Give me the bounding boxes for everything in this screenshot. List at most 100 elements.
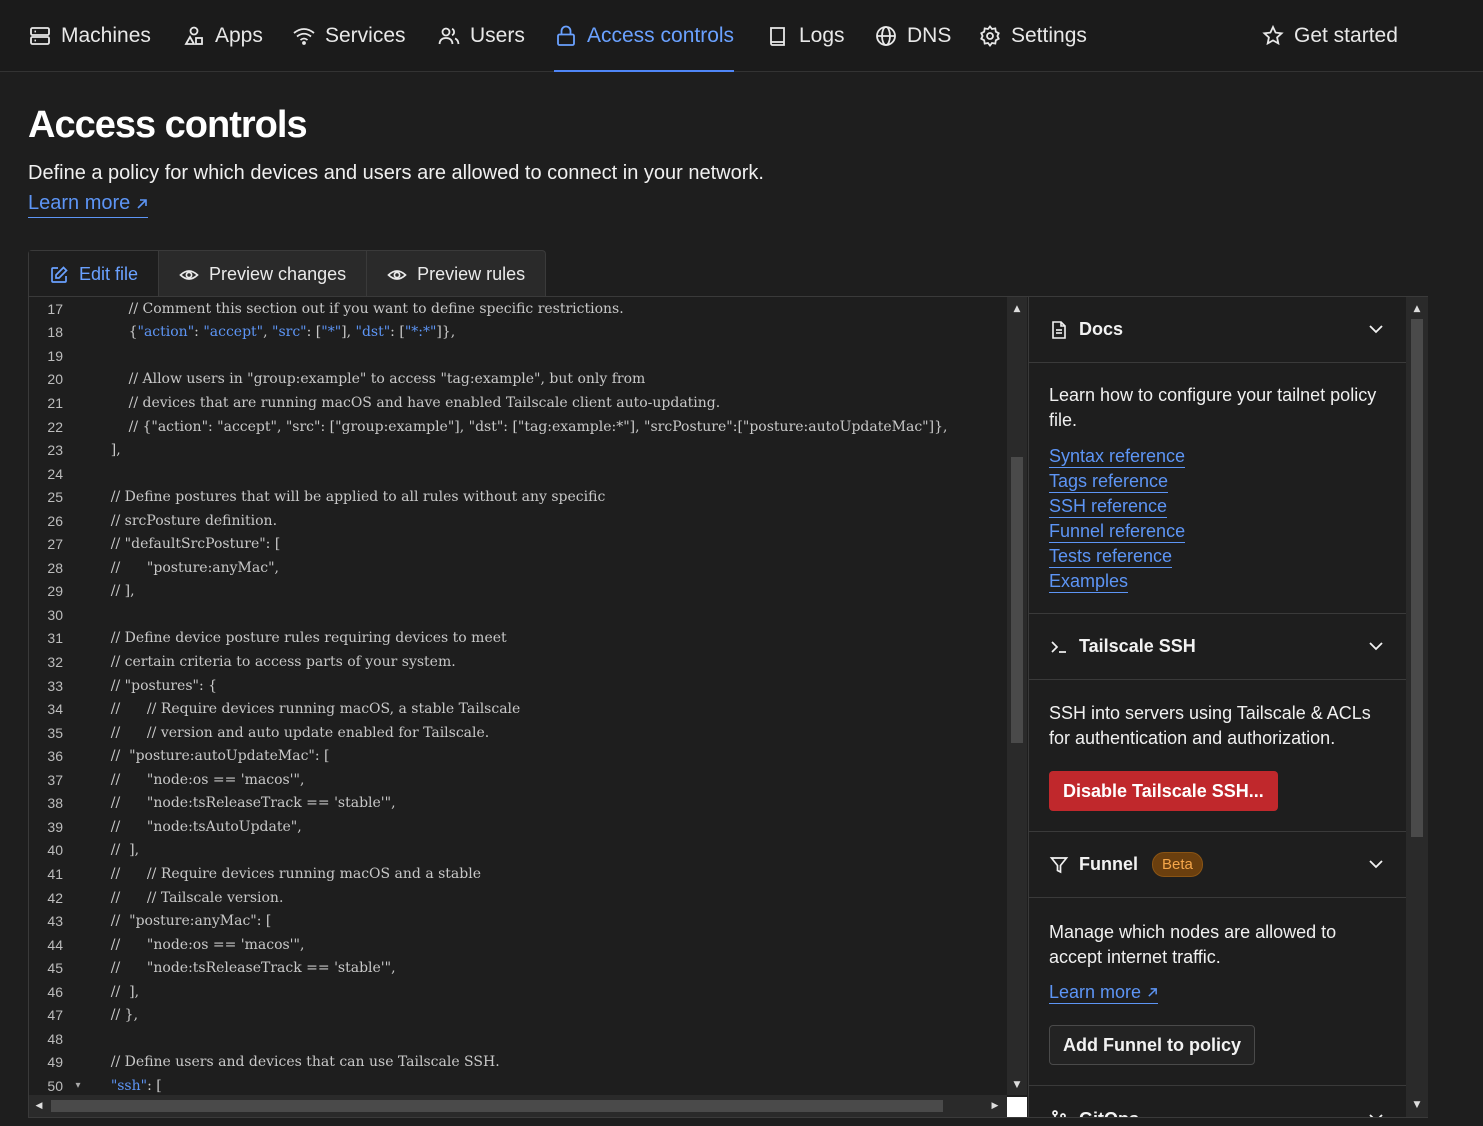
wifi-icon [293,28,315,45]
line-number: 42 [47,889,63,906]
code-line[interactable]: 32 // certain criteria to access parts o… [29,650,1007,674]
scroll-thumb[interactable] [1011,457,1023,743]
tags-reference-link[interactable]: Tags reference [1049,470,1169,493]
code-line[interactable]: 22 // {"action": "accept", "src": ["grou… [29,415,1007,439]
learn-more-link[interactable]: Learn more [28,192,149,218]
code-line[interactable]: 21 // devices that are running macOS and… [29,391,1007,415]
code-line[interactable]: 29 // ], [29,580,1007,604]
scroll-up-icon[interactable]: ▲ [1011,303,1023,315]
nav-access-controls[interactable]: Access controls [554,0,735,72]
code-line[interactable]: 47 // }, [29,1004,1007,1028]
code-text: {"action": "accept", "src": ["*"], "dst"… [93,324,456,341]
code-line[interactable]: 17 // Comment this section out if you wa… [29,297,1007,321]
chevron-down-icon[interactable] [1367,320,1385,338]
ssh-reference-link[interactable]: SSH reference [1049,495,1168,518]
code-line[interactable]: 28 // "posture:anyMac", [29,556,1007,580]
code-line[interactable]: 44 // "node:os == 'macos'", [29,933,1007,957]
nav-machines[interactable]: Machines [28,0,151,72]
funnel-reference-link[interactable]: Funnel reference [1049,520,1186,543]
code-line[interactable]: 45 // "node:tsReleaseTrack == 'stable'", [29,956,1007,980]
funnel-title: Funnel [1079,854,1138,874]
gitops-section-header[interactable]: GitOps [1029,1086,1406,1117]
add-funnel-button[interactable]: Add Funnel to policy [1049,1025,1255,1065]
code-line[interactable]: 33 // "postures": { [29,674,1007,698]
users-icon [438,27,460,45]
code-line[interactable]: 20 // Allow users in "group:example" to … [29,368,1007,392]
code-line[interactable]: 19 [29,344,1007,368]
line-number: 33 [47,677,63,694]
code-line[interactable]: 49 // Define users and devices that can … [29,1051,1007,1075]
code-line[interactable]: 34 // // Require devices running macOS, … [29,697,1007,721]
scroll-up-icon[interactable]: ▲ [1411,303,1423,315]
code-line[interactable]: 48 [29,1027,1007,1051]
scroll-down-icon[interactable]: ▼ [1411,1099,1423,1111]
code-line[interactable]: 46 // ], [29,980,1007,1004]
code-text: // ], [93,983,140,1000]
nav-services[interactable]: Services [292,0,406,72]
scroll-thumb[interactable] [51,1100,943,1112]
scroll-right-icon[interactable]: ▶ [989,1100,1001,1112]
code-line[interactable]: 42 // // Tailscale version. [29,886,1007,910]
editor-horizontal-scrollbar[interactable]: ◀ ▶ [29,1095,1007,1117]
code-line[interactable]: 25 // Define postures that will be appli… [29,485,1007,509]
code-line[interactable]: 18 {"action": "accept", "src": ["*"], "d… [29,321,1007,345]
nav-label: Machines [61,24,151,47]
funnel-learn-more-link[interactable]: Learn more [1049,981,1159,1004]
disable-ssh-button[interactable]: Disable Tailscale SSH... [1049,771,1278,811]
chevron-down-icon[interactable] [1367,855,1385,873]
nav-apps[interactable]: Apps [182,0,263,72]
code-line[interactable]: 30 [29,603,1007,627]
code-line[interactable]: 26 // srcPosture definition. [29,509,1007,533]
scroll-down-icon[interactable]: ▼ [1011,1079,1023,1091]
code-line[interactable]: 43 // "posture:anyMac": [ [29,909,1007,933]
code-line[interactable]: 50 ▾ "ssh": [ [29,1074,1007,1095]
code-line[interactable]: 27 // "defaultSrcPosture": [ [29,533,1007,557]
code-line[interactable]: 31 // Define device posture rules requir… [29,627,1007,651]
code-line[interactable]: 38 // "node:tsReleaseTrack == 'stable'", [29,792,1007,816]
fold-toggle-icon[interactable]: ▾ [63,1080,93,1091]
chevron-down-icon[interactable] [1367,1109,1385,1117]
learn-more-label: Learn more [1049,982,1142,1002]
chevron-down-icon[interactable] [1367,637,1385,655]
learn-more-label: Learn more [28,192,131,214]
code-line[interactable]: 40 // ], [29,839,1007,863]
tab-preview-rules[interactable]: Preview rules [367,251,545,298]
examples-link[interactable]: Examples [1049,570,1129,593]
terminal-icon [1051,640,1066,653]
tab-preview-changes[interactable]: Preview changes [159,251,368,298]
docs-section-header[interactable]: Docs [1029,297,1406,363]
git-branch-icon [1052,1110,1066,1117]
nav-settings[interactable]: Settings [978,0,1087,72]
document-icon [1052,320,1066,339]
tests-reference-link[interactable]: Tests reference [1049,545,1173,568]
tab-edit-file[interactable]: Edit file [29,251,160,298]
editor-vertical-scrollbar[interactable]: ▲ ▼ [1007,297,1027,1095]
code-line[interactable]: 39 // "node:tsAutoUpdate", [29,815,1007,839]
funnel-section-header[interactable]: Funnel Beta [1029,832,1406,898]
line-number: 47 [47,1007,63,1024]
line-number: 22 [47,418,63,435]
get-started-link[interactable]: Get started [1261,0,1398,72]
page-description: Define a policy for which devices and us… [28,162,764,184]
code-text: // // Tailscale version. [93,889,284,906]
scroll-left-icon[interactable]: ◀ [33,1100,45,1112]
line-number: 41 [47,865,63,882]
code-line[interactable]: 37 // "node:os == 'macos'", [29,768,1007,792]
line-number: 40 [47,842,63,859]
code-line[interactable]: 36 // "posture:autoUpdateMac": [ [29,744,1007,768]
ssh-section-header[interactable]: Tailscale SSH [1029,614,1406,680]
code-text: // // Require devices running macOS and … [93,865,482,882]
syntax-reference-link[interactable]: Syntax reference [1049,445,1186,468]
code-line[interactable]: 35 // // version and auto update enabled… [29,721,1007,745]
nav-dns[interactable]: DNS [874,0,951,72]
side-panel-scrollbar[interactable]: ▲ ▼ [1406,297,1428,1117]
code-text: // ], [93,583,135,600]
nav-users[interactable]: Users [437,0,525,72]
nav-logs[interactable]: Logs [766,0,845,72]
code-line[interactable]: 24 [29,462,1007,486]
code-line[interactable]: 23 ], [29,438,1007,462]
nav-label: Users [470,24,525,47]
code-editor[interactable]: 17 // Comment this section out if you wa… [29,297,1007,1095]
code-line[interactable]: 41 // // Require devices running macOS a… [29,862,1007,886]
scroll-thumb[interactable] [1411,319,1423,837]
